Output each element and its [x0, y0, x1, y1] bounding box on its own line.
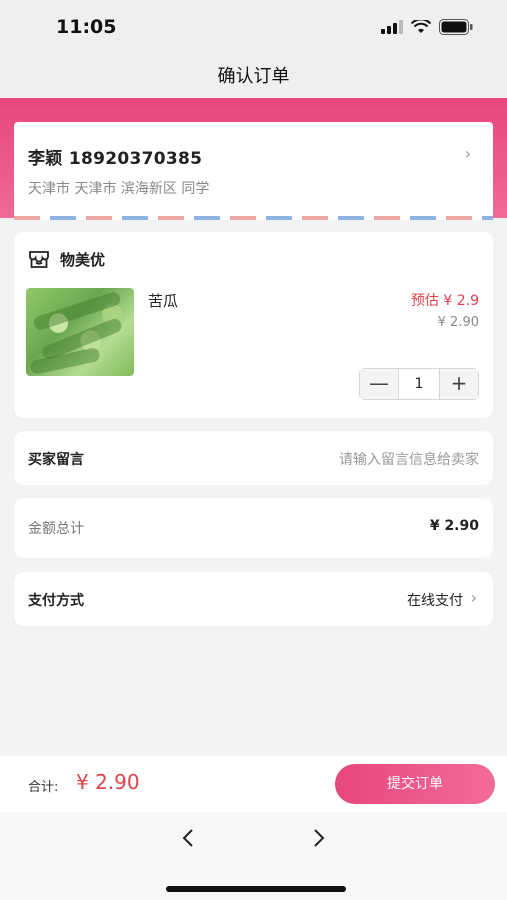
wifi-icon [411, 20, 431, 33]
total-label: 合计: [28, 780, 59, 795]
checkout-bar: 合计: ¥ 2.90 提交订单 [0, 756, 507, 812]
product-image[interactable] [26, 288, 134, 376]
payment-method-label: 支付方式 [28, 593, 84, 609]
recipient-name-phone: 李颖 18920370385 [28, 149, 203, 169]
product-name: 苦瓜 [148, 292, 179, 310]
shop-icon [29, 251, 49, 268]
total-value: ¥ 2.90 [76, 770, 140, 794]
shop-name: 物美优 [60, 251, 106, 269]
increase-button[interactable]: + [440, 369, 478, 399]
home-indicator[interactable] [166, 886, 346, 892]
amount-total-row: 金额总计 ¥ 2.90 [14, 498, 493, 558]
product-card: 物美优 苦瓜 预估 ¥ 2.9 ¥ 2.90 — 1 + [14, 232, 493, 418]
page-title: 确认订单 [217, 66, 290, 87]
battery-icon [439, 19, 473, 35]
browser-toolbar [0, 812, 507, 900]
buyer-note-row: 买家留言 请输入留言信息给卖家 [14, 431, 493, 485]
amount-total-value: ¥ 2.90 [429, 518, 479, 534]
status-bar: 11:05 [0, 0, 507, 56]
address-card[interactable]: 李颖 18920370385 天津市 天津市 滨海新区 同学 › [14, 122, 493, 220]
payment-method-row[interactable]: 支付方式 在线支付 › [14, 572, 493, 626]
payment-method-value: 在线支付 [407, 593, 463, 609]
quantity-value[interactable]: 1 [398, 369, 440, 399]
amount-total-label: 金额总计 [28, 521, 84, 537]
nav-bar: 确认订单 [0, 56, 507, 98]
back-icon[interactable] [180, 828, 196, 848]
address-detail: 天津市 天津市 滨海新区 同学 [28, 181, 210, 197]
cellular-signal-icon [381, 20, 403, 34]
buyer-note-input[interactable]: 请输入留言信息给卖家 [339, 449, 479, 469]
status-time: 11:05 [56, 16, 117, 38]
unit-price: ¥ 2.90 [437, 315, 479, 330]
status-icons [381, 19, 473, 35]
airmail-border [14, 216, 493, 220]
submit-order-button[interactable]: 提交订单 [335, 764, 495, 804]
forward-icon[interactable] [311, 828, 327, 848]
decrease-button[interactable]: — [360, 369, 398, 399]
buyer-note-label: 买家留言 [28, 452, 84, 468]
estimated-price: 预估 ¥ 2.9 [410, 293, 479, 309]
chevron-right-icon: › [464, 144, 471, 163]
quantity-stepper: — 1 + [359, 368, 479, 400]
chevron-right-icon: › [470, 588, 477, 607]
